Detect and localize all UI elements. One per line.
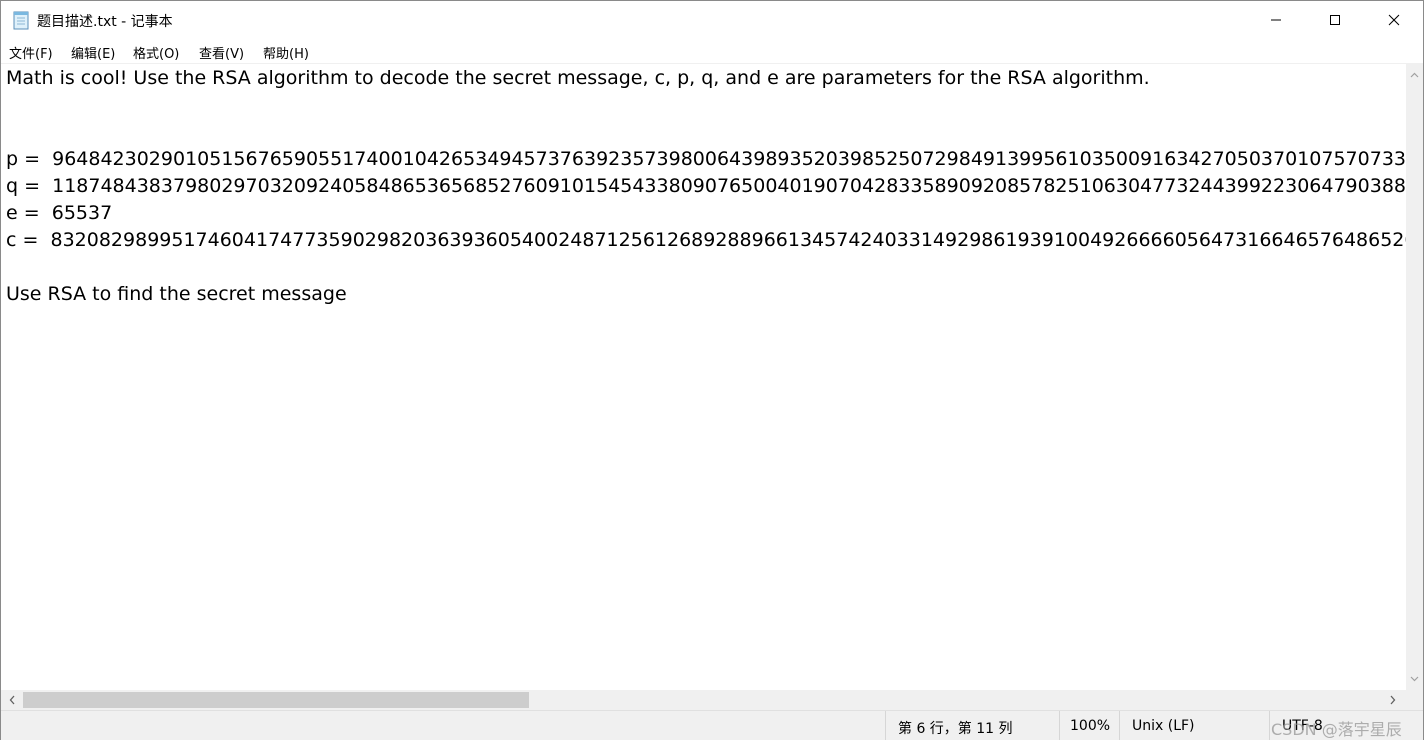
window-title: 题目描述.txt - 记事本 xyxy=(37,14,173,30)
text-editor[interactable]: Math is cool! Use the RSA algorithm to d… xyxy=(1,63,1406,690)
status-position-segment: 第 6 行，第 11 列 xyxy=(885,711,1059,740)
status-line-ending-segment: Unix (LF) xyxy=(1119,711,1269,740)
minimize-icon xyxy=(1270,11,1282,30)
text-line: q = 118748438379802970320924058486536568… xyxy=(6,175,1406,197)
close-button[interactable] xyxy=(1365,1,1423,39)
scroll-left-icon[interactable] xyxy=(3,691,21,709)
title-bar[interactable]: 题目描述.txt - 记事本 xyxy=(1,1,1423,39)
menu-bar: 文件(F) 编辑(E) 格式(O) 查看(V) 帮助(H) xyxy=(1,39,1423,63)
text-line: c = 832082989951746041747735902982036393… xyxy=(6,229,1406,251)
text-line: e = 65537 xyxy=(6,202,113,224)
maximize-button[interactable] xyxy=(1306,1,1364,39)
close-icon xyxy=(1388,11,1400,30)
status-zoom: 100% xyxy=(1070,718,1111,734)
scroll-right-icon[interactable] xyxy=(1384,691,1402,709)
notepad-icon xyxy=(12,10,30,30)
menu-format[interactable]: 格式(O) xyxy=(133,43,179,62)
scroll-down-icon[interactable] xyxy=(1406,670,1423,687)
text-line: Use RSA to find the secret message xyxy=(6,283,347,305)
maximize-icon xyxy=(1329,11,1341,30)
menu-help[interactable]: 帮助(H) xyxy=(263,43,309,62)
minimize-button[interactable] xyxy=(1247,1,1305,39)
status-bar: 第 6 行，第 11 列 100% Unix (LF) UTF-8 CSDN @… xyxy=(1,710,1423,740)
scroll-up-icon[interactable] xyxy=(1406,66,1423,83)
vertical-scrollbar[interactable] xyxy=(1406,63,1423,690)
menu-edit[interactable]: 编辑(E) xyxy=(71,43,115,62)
status-position: 第 6 行，第 11 列 xyxy=(898,721,1013,737)
horizontal-scrollbar[interactable] xyxy=(1,690,1406,710)
horizontal-scroll-thumb[interactable] xyxy=(23,692,529,708)
watermark-text: CSDN @落宇星辰 xyxy=(1271,720,1402,739)
menu-file[interactable]: 文件(F) xyxy=(9,43,53,62)
menu-view[interactable]: 查看(V) xyxy=(199,43,244,62)
status-line-ending: Unix (LF) xyxy=(1132,718,1195,734)
text-line: p = 964842302901051567659055174001042653… xyxy=(6,148,1406,170)
notepad-window: 题目描述.txt - 记事本 文件(F) 编辑(E) 格式(O) 查看(V) 帮… xyxy=(0,0,1424,740)
scrollbar-corner xyxy=(1406,690,1423,710)
status-zoom-segment: 100% xyxy=(1059,711,1119,740)
text-line: Math is cool! Use the RSA algorithm to d… xyxy=(6,67,1150,89)
